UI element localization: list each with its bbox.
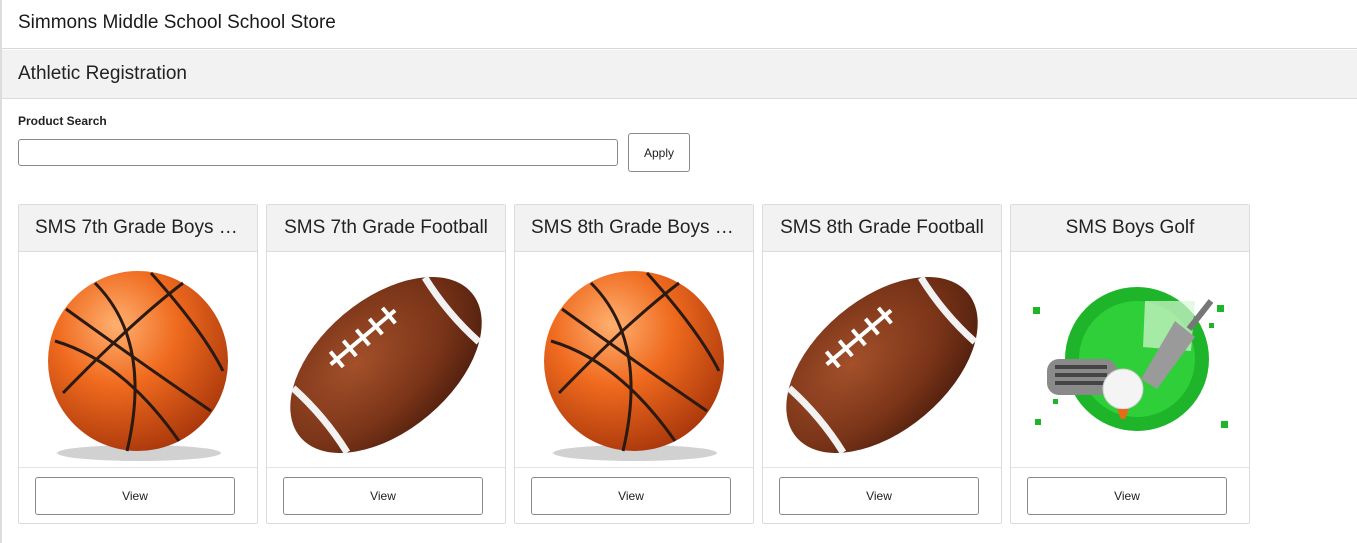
product-card-footer: View <box>267 467 505 524</box>
view-button[interactable]: View <box>35 477 235 515</box>
product-title[interactable]: SMS 7th Grade Football <box>283 217 489 239</box>
product-card-header: SMS Boys Golf <box>1011 205 1249 252</box>
view-button[interactable]: View <box>779 477 979 515</box>
product-card: SMS 7th Grade Boys B... View <box>18 204 258 524</box>
top-bar: Simmons Middle School School Store <box>2 0 1357 49</box>
product-card-header: SMS 8th Grade Boys B... <box>515 205 753 252</box>
product-card-header: SMS 7th Grade Boys B... <box>19 205 257 252</box>
product-title[interactable]: SMS 7th Grade Boys B... <box>35 217 241 239</box>
view-button[interactable]: View <box>1027 477 1227 515</box>
football-image[interactable] <box>281 261 491 467</box>
store-title: Simmons Middle School School Store <box>18 12 336 33</box>
section-title: Athletic Registration <box>18 63 187 84</box>
basketball-image[interactable] <box>529 261 739 467</box>
apply-button[interactable]: Apply <box>628 133 690 172</box>
product-card-header: SMS 7th Grade Football <box>267 205 505 252</box>
product-search-input[interactable] <box>18 139 618 166</box>
product-title[interactable]: SMS Boys Golf <box>1027 217 1233 239</box>
basketball-image[interactable] <box>33 261 243 467</box>
product-card-header: SMS 8th Grade Football <box>763 205 1001 252</box>
view-button[interactable]: View <box>283 477 483 515</box>
product-card-footer: View <box>515 467 753 524</box>
product-card-footer: View <box>763 467 1001 524</box>
golf-image[interactable] <box>1025 261 1235 467</box>
product-search-label: Product Search <box>18 114 107 128</box>
product-card-footer: View <box>19 467 257 524</box>
view-button[interactable]: View <box>531 477 731 515</box>
product-card: SMS 8th Grade Football View <box>762 204 1002 524</box>
product-card: SMS 7th Grade Football View <box>266 204 506 524</box>
product-title[interactable]: SMS 8th Grade Football <box>779 217 985 239</box>
section-header: Athletic Registration <box>2 50 1357 99</box>
product-title[interactable]: SMS 8th Grade Boys B... <box>531 217 737 239</box>
product-card: SMS Boys Golf View <box>1010 204 1250 524</box>
football-image[interactable] <box>777 261 987 467</box>
product-card: SMS 8th Grade Boys B... View <box>514 204 754 524</box>
product-card-footer: View <box>1011 467 1249 524</box>
